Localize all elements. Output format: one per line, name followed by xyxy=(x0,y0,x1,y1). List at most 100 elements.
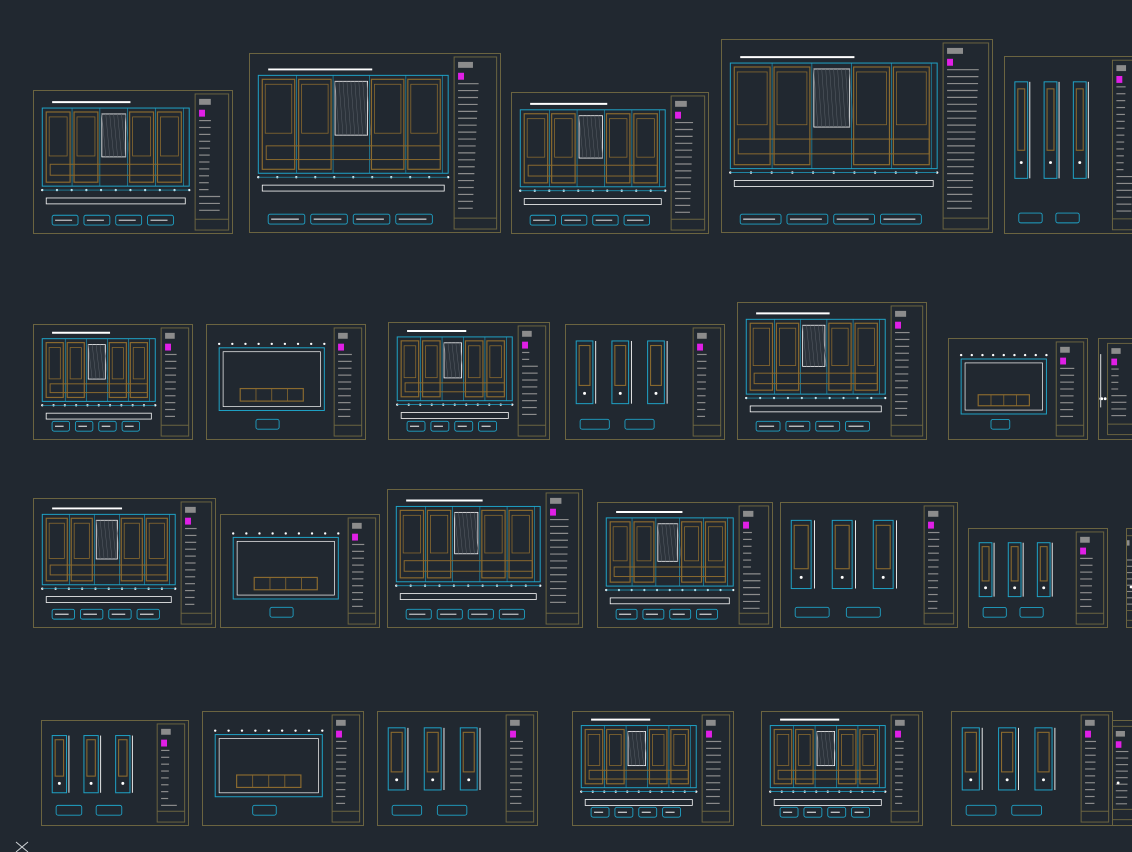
drawing-sheet-13[interactable] xyxy=(33,498,216,628)
ucs-axis-icon xyxy=(15,841,29,852)
title-block xyxy=(890,305,924,437)
sheet-drawing xyxy=(1113,725,1132,821)
drawing-sheet-7[interactable] xyxy=(206,324,366,440)
logo-mark xyxy=(1080,547,1087,555)
drawing-sheet-19[interactable] xyxy=(1126,528,1132,628)
drawing-content xyxy=(387,727,481,816)
sheet-drawing xyxy=(41,327,190,437)
title-block xyxy=(701,714,731,823)
sheet-drawing xyxy=(232,517,377,625)
logo-mark xyxy=(706,730,712,738)
logo-mark xyxy=(199,109,205,117)
drawing-sheet-10[interactable] xyxy=(737,302,927,440)
title-block xyxy=(453,56,498,230)
title-block xyxy=(505,714,535,823)
drawing-sheet-23[interactable] xyxy=(572,711,734,826)
logo-mark xyxy=(510,730,516,738)
sheet-drawing xyxy=(217,327,363,437)
title-block xyxy=(333,327,363,437)
sheet-drawing xyxy=(961,714,1110,823)
title-block xyxy=(890,714,920,823)
drawing-content xyxy=(790,519,897,618)
sheet-drawing xyxy=(575,327,722,437)
title-block xyxy=(347,517,377,625)
drawing-sheet-11[interactable] xyxy=(948,338,1088,440)
title-block xyxy=(1107,342,1132,436)
sheet-drawing xyxy=(41,501,213,625)
title-block xyxy=(331,714,361,823)
logo-mark xyxy=(1116,76,1123,83)
title-block xyxy=(1127,535,1132,621)
drawing-content xyxy=(214,729,324,816)
drawing-content xyxy=(395,499,542,620)
drawing-content xyxy=(605,510,735,620)
title-block xyxy=(156,723,186,823)
logo-mark xyxy=(895,321,901,329)
logo-mark xyxy=(743,521,749,529)
drawing-content xyxy=(257,68,450,225)
drawing-sheet-21[interactable] xyxy=(202,711,364,826)
drawing-sheet-17[interactable] xyxy=(780,502,958,628)
drawing-sheet-8[interactable] xyxy=(388,322,550,440)
sheet-drawing xyxy=(605,505,770,625)
drawing-content xyxy=(519,102,667,226)
sheet-drawing xyxy=(959,341,1085,437)
logo-mark xyxy=(1085,730,1091,738)
sheet-drawing xyxy=(51,723,186,823)
sheet-drawing xyxy=(580,714,731,823)
cad-model-space-canvas[interactable] xyxy=(0,0,1132,850)
title-block xyxy=(942,42,990,230)
sheet-drawing xyxy=(790,505,955,625)
sheet-drawing xyxy=(729,42,990,230)
drawing-sheet-18[interactable] xyxy=(968,528,1108,628)
title-block xyxy=(160,327,190,437)
title-block xyxy=(692,327,722,437)
drawing-content xyxy=(959,353,1048,430)
drawing-content xyxy=(745,312,887,432)
sheet-drawing xyxy=(257,56,498,230)
drawing-sheet-2[interactable] xyxy=(249,53,501,233)
title-block xyxy=(923,505,955,625)
title-block xyxy=(180,501,213,625)
logo-mark xyxy=(522,341,528,349)
drawing-sheet-1[interactable] xyxy=(33,90,233,234)
sheet-drawing xyxy=(519,95,706,231)
logo-mark xyxy=(161,739,167,747)
drawing-sheet-6[interactable] xyxy=(33,324,193,440)
drawing-sheet-12[interactable] xyxy=(1098,338,1132,440)
drawing-content xyxy=(1099,354,1107,408)
drawing-sheet-24[interactable] xyxy=(761,711,923,826)
drawing-content xyxy=(41,507,177,620)
logo-mark xyxy=(947,58,953,66)
title-block xyxy=(670,95,706,231)
drawing-sheet-9[interactable] xyxy=(565,324,725,440)
drawing-sheet-26[interactable] xyxy=(1112,720,1132,826)
sheet-drawing xyxy=(1127,535,1132,621)
drawing-sheet-15[interactable] xyxy=(387,489,583,628)
drawing-content xyxy=(978,542,1053,618)
sheet-drawing xyxy=(395,492,580,625)
logo-mark xyxy=(928,521,934,529)
logo-mark xyxy=(338,343,344,351)
logo-mark xyxy=(1115,741,1122,748)
drawing-sheet-14[interactable] xyxy=(220,514,380,628)
drawing-sheet-22[interactable] xyxy=(377,711,538,826)
logo-mark xyxy=(352,533,358,541)
drawing-sheet-4[interactable] xyxy=(721,39,993,233)
drawing-content xyxy=(396,330,514,432)
sheet-drawing xyxy=(387,714,535,823)
sheet-drawing xyxy=(214,714,361,823)
title-block xyxy=(194,93,230,231)
drawing-sheet-5[interactable] xyxy=(1004,56,1132,234)
drawing-sheet-25[interactable] xyxy=(951,711,1113,826)
drawing-sheet-16[interactable] xyxy=(597,502,773,628)
drawing-content xyxy=(232,532,340,618)
title-block xyxy=(1075,531,1105,625)
sheet-drawing xyxy=(745,305,924,437)
drawing-content xyxy=(961,727,1056,816)
sheet-drawing xyxy=(41,93,230,231)
logo-mark xyxy=(1060,357,1067,365)
drawing-sheet-20[interactable] xyxy=(41,720,189,826)
logo-mark xyxy=(336,730,342,738)
drawing-sheet-3[interactable] xyxy=(511,92,709,234)
